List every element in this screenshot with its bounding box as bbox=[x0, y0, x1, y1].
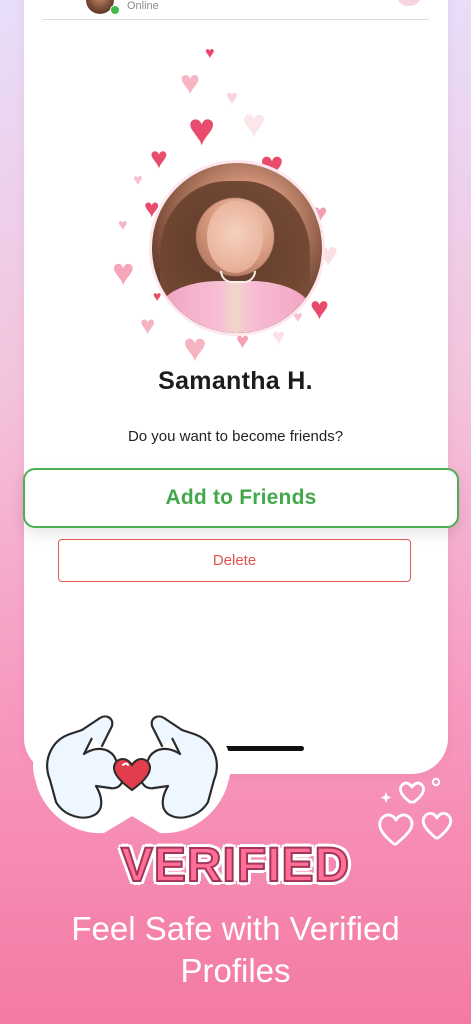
heart-hands-sticker-icon bbox=[33, 715, 231, 834]
header-action-icon[interactable] bbox=[397, 0, 421, 6]
profile-name: Samantha H. bbox=[158, 367, 313, 395]
verified-headline: VERIFIED bbox=[120, 838, 351, 893]
add-to-friends-button[interactable]: Add to Friends bbox=[23, 468, 459, 528]
promo-tagline: Feel Safe with Verified Profiles bbox=[71, 910, 400, 989]
friend-request-question: Do you want to become friends? bbox=[127, 428, 344, 445]
delete-button[interactable]: Delete bbox=[58, 539, 411, 582]
online-status: Online bbox=[127, 0, 159, 12]
chat-header: Online bbox=[42, 0, 429, 20]
online-dot-icon bbox=[110, 5, 120, 15]
profile-photo[interactable] bbox=[149, 160, 325, 336]
